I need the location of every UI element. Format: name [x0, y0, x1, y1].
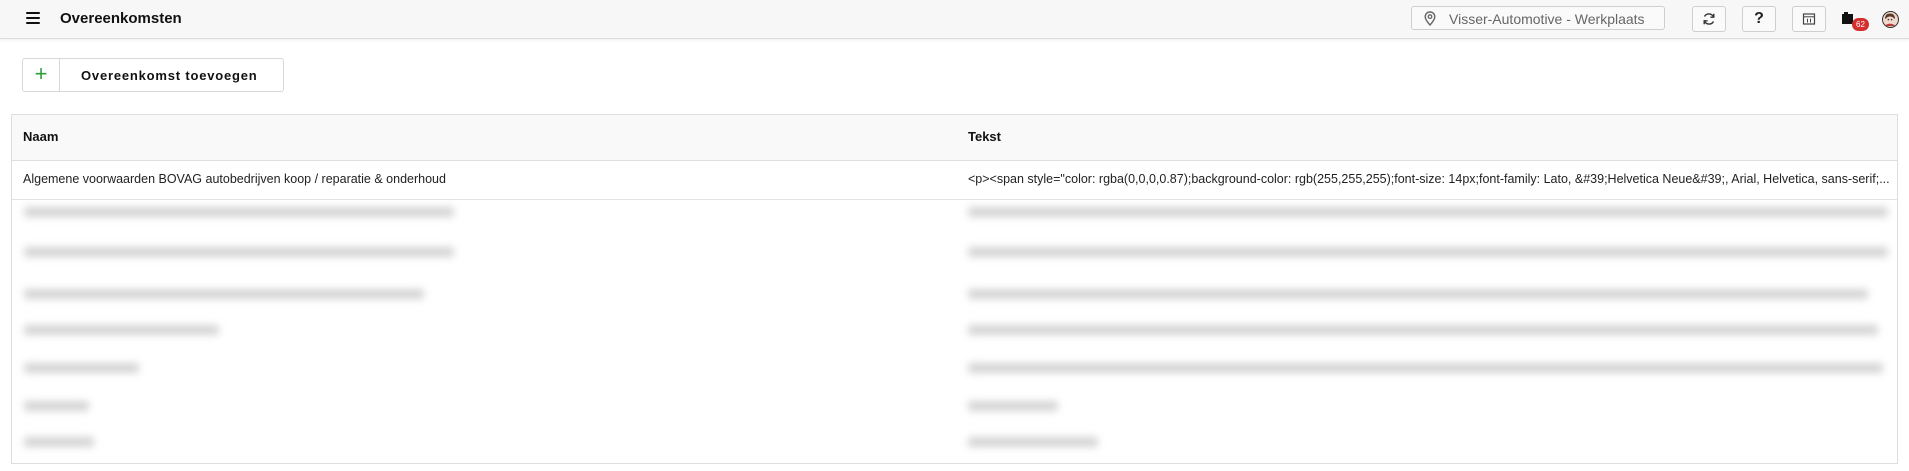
- location-selector[interactable]: Visser-Automotive - Werkplaats: [1411, 6, 1665, 30]
- location-label: Visser-Automotive - Werkplaats: [1449, 11, 1645, 27]
- refresh-button[interactable]: [1692, 6, 1726, 32]
- table-row[interactable]: Algemene voorwaarden BOVAG autobedrijven…: [12, 161, 1897, 200]
- blurred-rows: [12, 199, 1897, 463]
- cell-naam: Algemene voorwaarden BOVAG autobedrijven…: [23, 172, 446, 186]
- cell-tekst: <p><span style="color: rgba(0,0,0,0.87);…: [968, 172, 1890, 186]
- calendar-button[interactable]: [1792, 6, 1826, 32]
- question-icon: ?: [1754, 10, 1764, 27]
- agreements-table: Naam Tekst Algemene voorwaarden BOVAG au…: [11, 114, 1898, 464]
- calendar-icon: [1802, 13, 1816, 25]
- page-title: Overeenkomsten: [60, 10, 182, 27]
- column-header-tekst[interactable]: Tekst: [968, 129, 1001, 144]
- map-pin-icon: [1424, 11, 1436, 26]
- help-button[interactable]: ?: [1742, 6, 1776, 32]
- hamburger-icon[interactable]: [26, 12, 40, 26]
- plus-icon: +: [23, 59, 60, 91]
- notification-badge: 62: [1852, 18, 1869, 31]
- table-header: Naam Tekst: [12, 115, 1897, 161]
- avatar-icon: [1885, 13, 1895, 26]
- column-header-naam[interactable]: Naam: [23, 129, 58, 144]
- add-agreement-label: Overeenkomst toevoegen: [81, 68, 258, 83]
- refresh-icon: [1703, 13, 1715, 25]
- top-bar: Overeenkomsten Visser-Automotive - Werkp…: [0, 0, 1909, 39]
- add-agreement-button[interactable]: + Overeenkomst toevoegen: [22, 58, 284, 92]
- avatar[interactable]: [1882, 11, 1899, 28]
